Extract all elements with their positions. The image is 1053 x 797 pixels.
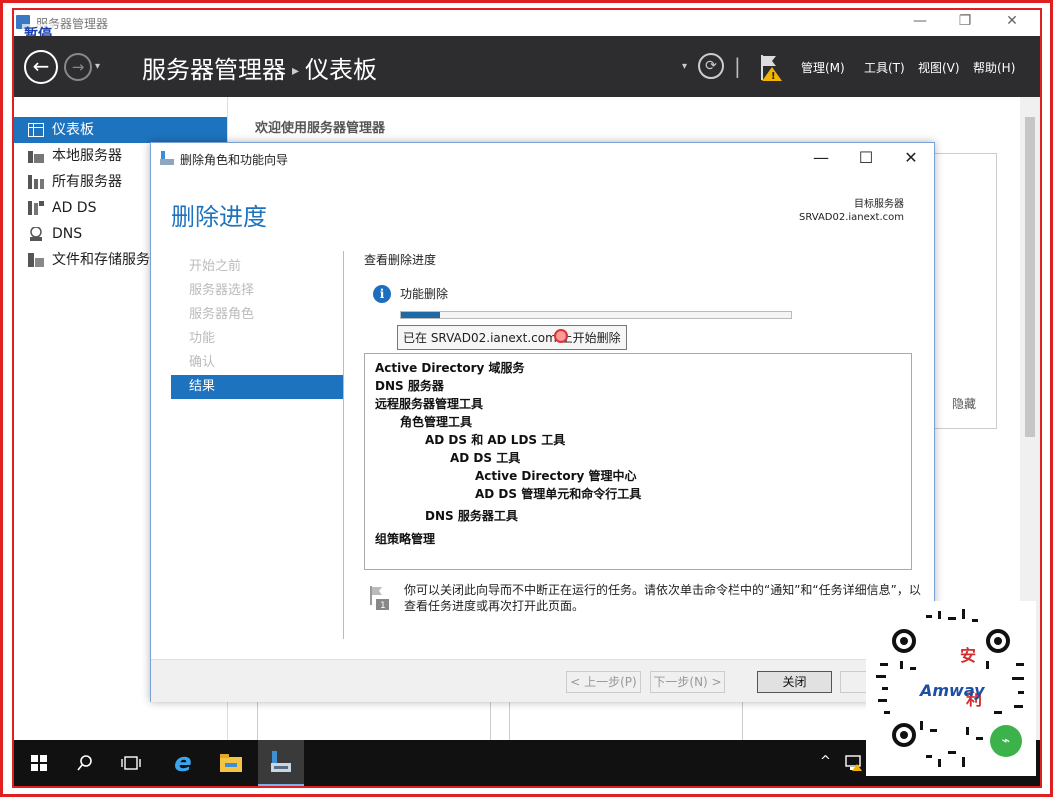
back-button[interactable]: ← [24,50,58,84]
wizard-steps: 开始之前 服务器选择 服务器角色 功能 确认 结果 [171,255,343,399]
task-view-icon[interactable] [108,740,154,786]
status-tooltip: 已在 SRVAD02.ianext.com 上开始删除 [397,325,627,350]
target-server-name: SRVAD02.ianext.com [799,212,904,223]
start-button[interactable] [16,740,62,786]
dialog-title: 删除角色和功能向导 [180,153,289,167]
sidebar-item-label: AD DS [52,200,97,216]
breadcrumb-separator-icon: ▸ [292,63,300,79]
tray-overflow-icon[interactable]: ^ [820,754,831,769]
minimize-button[interactable]: — [900,13,940,29]
sidebar-item-label: DNS [52,226,83,242]
storage-icon [28,253,44,267]
close-button[interactable]: ✕ [992,13,1032,29]
search-icon[interactable] [62,740,108,786]
result-item: AD DS 工具 [450,451,521,465]
progress-fill [401,312,440,318]
svg-text:1: 1 [380,601,386,611]
refresh-dropdown-icon[interactable]: ▾ [682,61,687,72]
breadcrumb-root[interactable]: 服务器管理器 [142,56,286,84]
info-icon: i [373,285,391,303]
breadcrumb: 服务器管理器 ▸ 仪表板 [142,50,377,85]
menu-manage[interactable]: 管理(M) [801,59,845,76]
steps-divider [343,251,344,639]
step-results[interactable]: 结果 [171,375,343,399]
servers-icon [28,175,44,189]
sidebar-item-dashboard[interactable]: 仪表板 [12,117,227,143]
header-bar: ← → ▾ 服务器管理器 ▸ 仪表板 ▾ ⟳ | ! 管理(M) 工具(T) 视图(… [12,36,1040,97]
result-item: DNS 服务器工具 [425,509,518,523]
step-server-selection: 服务器选择 [189,283,255,298]
close-wizard-button[interactable]: 关闭 [757,671,832,693]
step-features: 功能 [189,331,216,346]
wizard-icon [160,151,174,165]
wizard-heading: 删除进度 [171,203,267,231]
target-server-label: 目标服务器 [854,199,904,210]
target-server: 目标服务器 SRVAD02.ianext.com [799,198,904,224]
notifications-flag-icon[interactable]: ! [758,52,784,82]
result-item: DNS 服务器 [375,379,444,393]
brand-logo: Amway [920,681,985,700]
result-item: AD DS 和 AD LDS 工具 [425,433,566,447]
hide-link[interactable]: 隐藏 [952,395,976,412]
result-item: 远程服务器管理工具 [375,397,484,411]
result-item: 角色管理工具 [400,415,473,429]
result-item: AD DS 管理单元和命令行工具 [475,487,642,501]
restore-button[interactable]: ❐ [945,13,985,29]
removal-progress-bar [400,311,792,319]
result-item: Active Directory 管理中心 [475,469,637,483]
step-server-roles: 服务器角色 [189,307,255,322]
next-button[interactable]: 下一步(N) > [650,671,725,693]
forward-button[interactable]: → [64,53,92,81]
mouse-cursor-icon [554,329,568,343]
history-dropdown-icon[interactable]: ▾ [95,61,100,72]
dialog-close-button[interactable]: ✕ [896,148,926,167]
server-manager-taskbar-icon[interactable] [258,740,304,786]
brand-cn-text: 安 [960,646,976,665]
menu-view[interactable]: 视图(V) [918,59,960,76]
dialog-minimize-button[interactable]: — [806,148,836,167]
qr-code-overlay: 安 利 Amway ⌁ [866,601,1036,776]
dashboard-icon [28,123,44,137]
scroll-thumb[interactable] [1025,117,1035,437]
result-item: Active Directory 域服务 [375,361,525,375]
dialog-footer: < 上一步(P) 下一步(N) > 关闭 取消 [151,659,934,702]
refresh-icon[interactable]: ⟳ [698,53,724,79]
step-before-you-begin: 开始之前 [189,259,242,274]
server-icon [28,151,44,163]
close-wizard-note: 你可以关闭此向导而不中断正在运行的任务。请依次单击命令栏中的“通知”和“任务详细… [404,583,921,613]
sidebar-item-label: 仪表板 [52,122,94,138]
file-explorer-icon[interactable] [208,740,254,786]
svg-text:!: ! [771,71,776,82]
sidebar-item-label: 所有服务器 [52,174,122,190]
quick-start-panel [929,153,997,429]
menu-tools[interactable]: 工具(T) [864,59,905,76]
ad-ds-icon [28,201,44,215]
previous-button[interactable]: < 上一步(P) [566,671,641,693]
window-titlebar: 服务器管理器 暂停 — ❐ ✕ [12,10,1040,44]
progress-section-label: 查看删除进度 [364,253,437,267]
wechat-miniprogram-icon: ⌁ [990,725,1022,757]
network-icon[interactable] [845,754,863,772]
dialog-titlebar: 删除角色和功能向导 — ☐ ✕ [151,143,934,173]
feature-removal-label: 功能删除 [400,287,449,301]
windows-logo-icon [31,755,47,771]
sidebar-item-label: 文件和存储服务 [52,252,150,268]
header-divider: | [734,54,741,78]
result-item: 组策略管理 [375,532,436,546]
sidebar-item-label: 本地服务器 [52,148,122,164]
menu-help[interactable]: 帮助(H) [973,59,1015,76]
remove-roles-wizard-dialog: 删除角色和功能向导 — ☐ ✕ 删除进度 目标服务器 SRVAD02.ianex… [150,142,935,702]
results-list: Active Directory 域服务 DNS 服务器远程服务器管理工具角色管理… [364,353,912,570]
step-confirmation: 确认 [189,355,216,370]
dns-icon [30,227,42,241]
page-title: 仪表板 [305,56,378,84]
dialog-maximize-button[interactable]: ☐ [851,148,881,167]
notification-flag-icon: 1 [370,586,389,611]
internet-explorer-icon[interactable]: e [160,740,206,786]
welcome-heading: 欢迎使用服务器管理器 [255,121,386,136]
